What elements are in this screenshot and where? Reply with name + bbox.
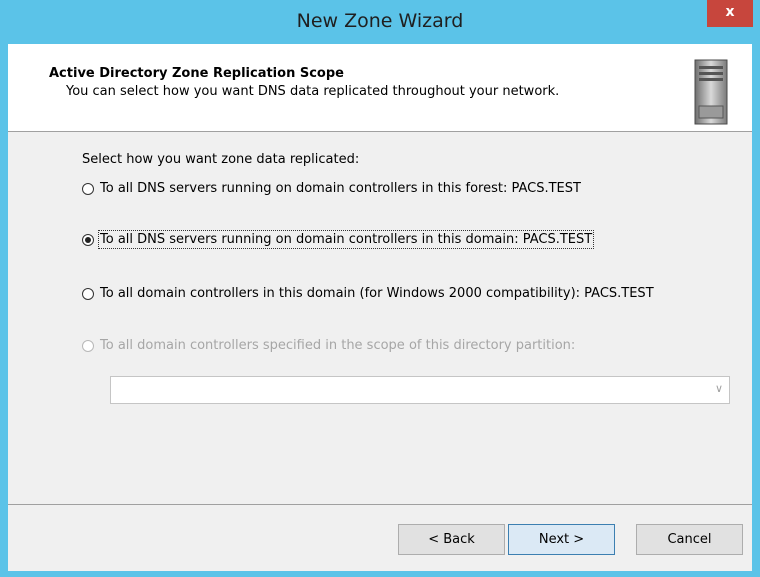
option-domain-label: To all DNS servers running on domain con… bbox=[97, 230, 595, 249]
wizard-window: New Zone Wizard x Active Directory Zone … bbox=[0, 0, 760, 577]
option-partition-label: To all domain controllers specified in t… bbox=[100, 338, 576, 353]
option-partition[interactable]: To all domain controllers specified in t… bbox=[82, 338, 575, 353]
page-title: Active Directory Zone Replication Scope bbox=[49, 66, 344, 81]
next-button[interactable]: Next > bbox=[508, 524, 615, 555]
option-forest-label: To all DNS servers running on domain con… bbox=[100, 181, 581, 196]
option-win2000-label: To all domain controllers in this domain… bbox=[100, 286, 654, 301]
radio-partition[interactable] bbox=[82, 339, 94, 352]
partition-dropdown[interactable]: ∨ bbox=[110, 376, 730, 404]
title-bar[interactable]: New Zone Wizard x bbox=[0, 0, 760, 44]
chevron-down-icon[interactable]: ∨ bbox=[715, 382, 723, 395]
back-button[interactable]: < Back bbox=[398, 524, 505, 555]
radio-forest[interactable] bbox=[82, 182, 94, 195]
page-subtitle: You can select how you want DNS data rep… bbox=[66, 84, 560, 99]
server-icon bbox=[694, 59, 728, 125]
close-button[interactable]: x bbox=[707, 0, 753, 27]
client-area: Active Directory Zone Replication Scope … bbox=[8, 44, 752, 571]
option-forest[interactable]: To all DNS servers running on domain con… bbox=[82, 181, 581, 196]
window-title: New Zone Wizard bbox=[296, 10, 464, 32]
replication-prompt: Select how you want zone data replicated… bbox=[82, 152, 360, 167]
option-domain[interactable]: To all DNS servers running on domain con… bbox=[82, 230, 595, 249]
wizard-header: Active Directory Zone Replication Scope … bbox=[8, 44, 752, 132]
radio-win2000[interactable] bbox=[82, 287, 94, 300]
option-win2000[interactable]: To all domain controllers in this domain… bbox=[82, 286, 654, 301]
footer-divider bbox=[8, 504, 752, 505]
cancel-button[interactable]: Cancel bbox=[636, 524, 743, 555]
radio-domain[interactable] bbox=[82, 233, 94, 246]
